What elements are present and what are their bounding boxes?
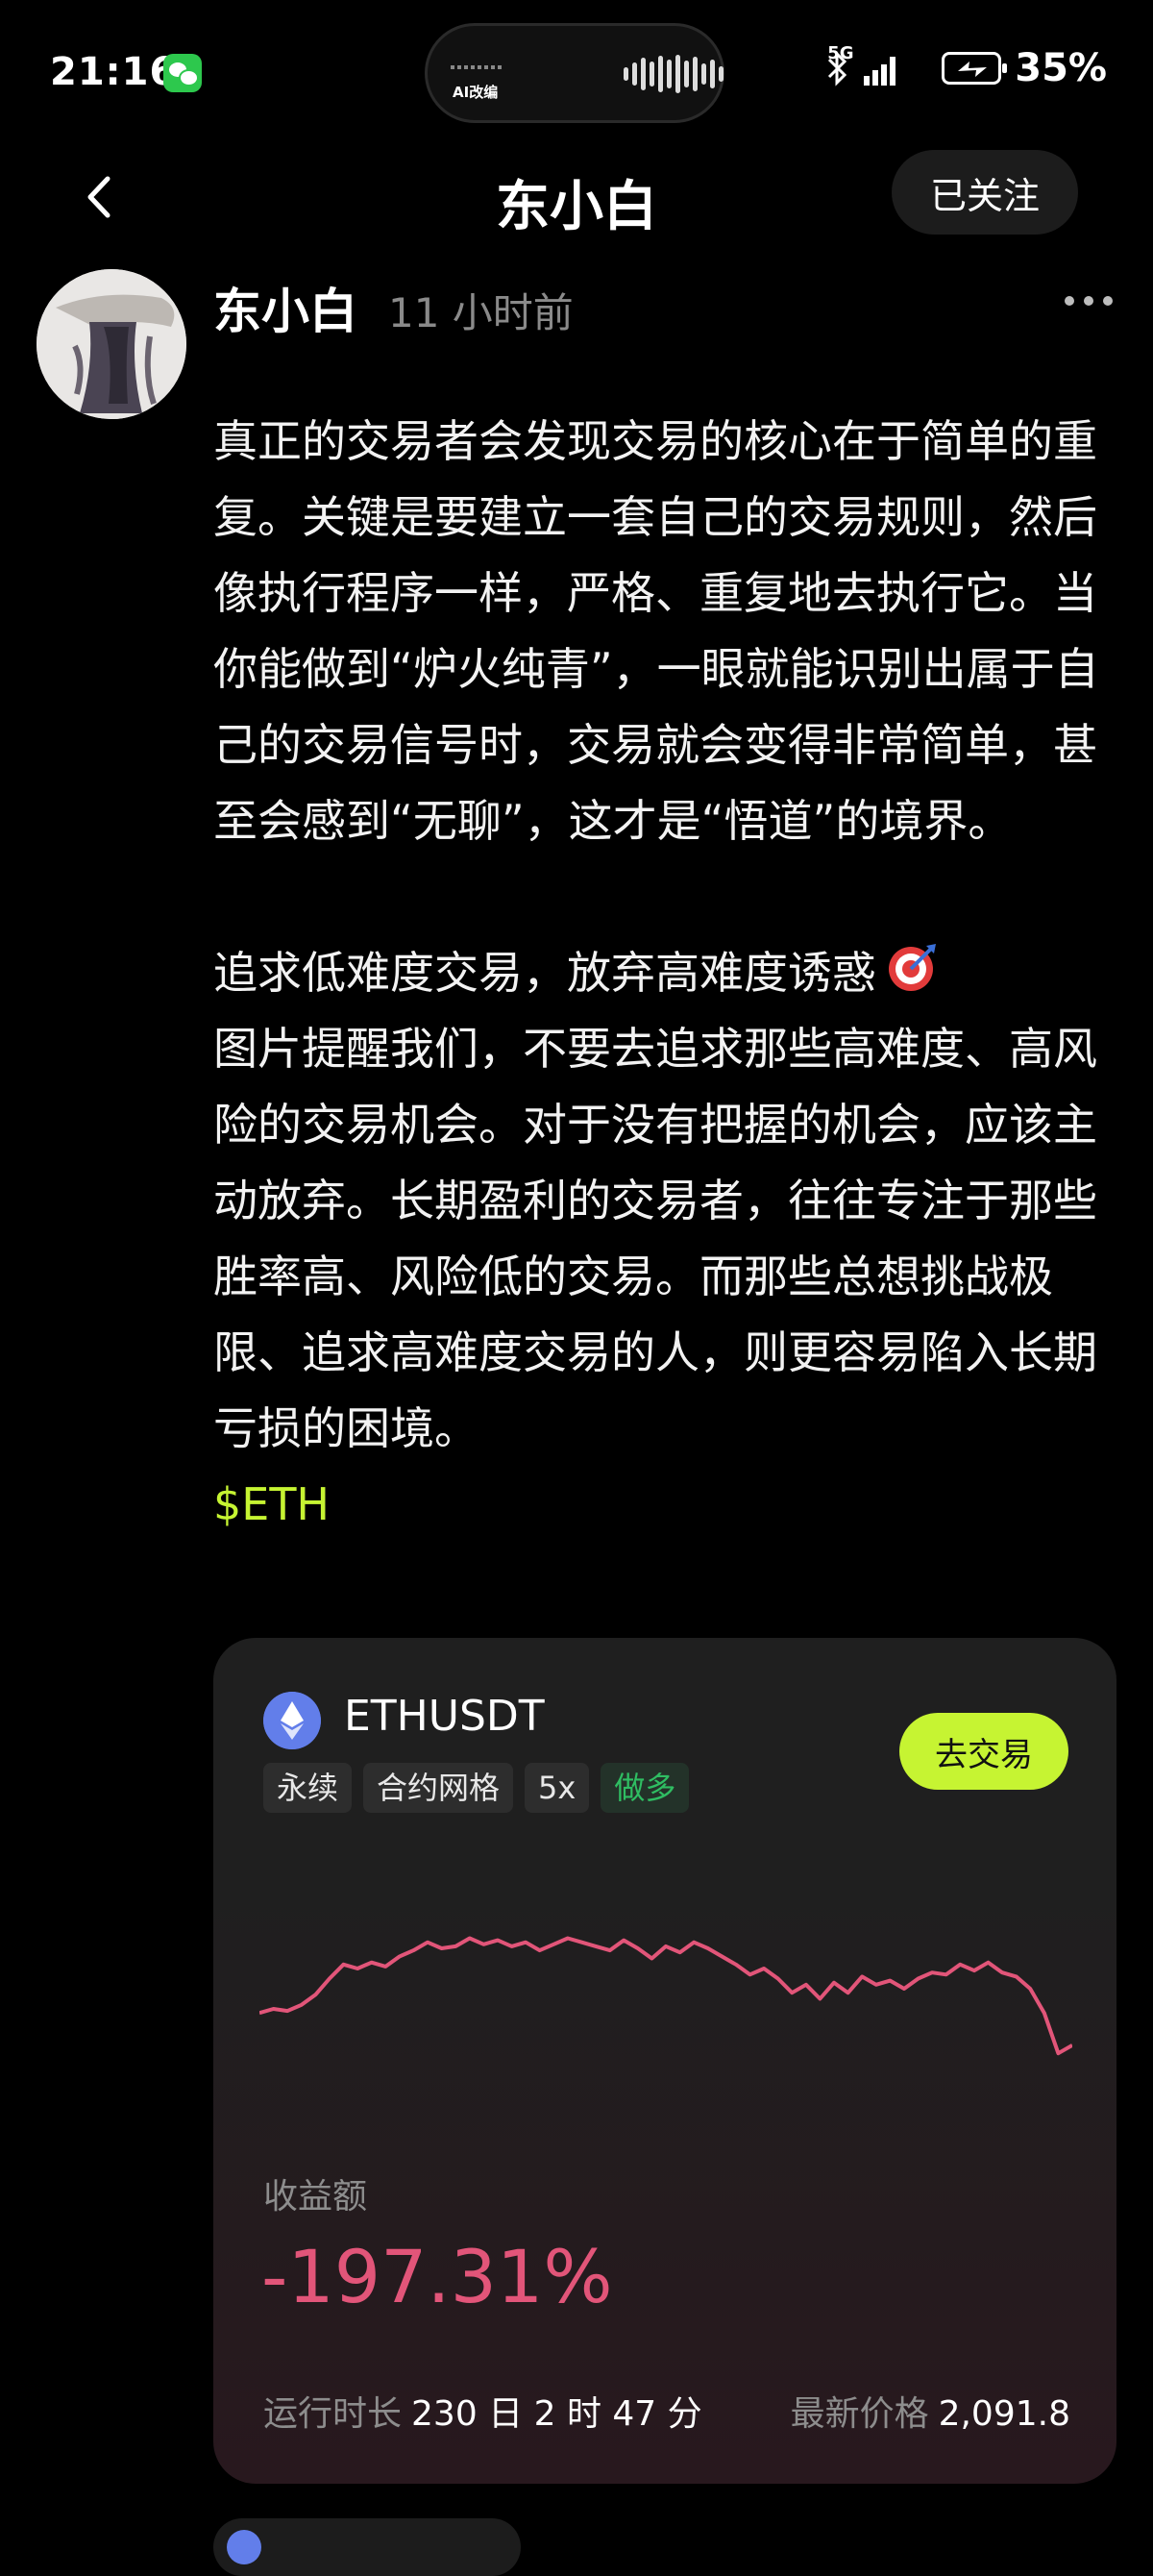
trade-bot-card[interactable]: ETHUSDT 去交易 永续 合约网格 5x 做多 收益额 -197.31% 运… <box>213 1638 1116 2484</box>
runtime-value: 230 日 2 时 47 分 <box>411 2394 702 2434</box>
tag-long: 做多 <box>601 1763 690 1813</box>
ethereum-icon <box>227 2530 261 2564</box>
strategy-tags: 永续 合约网格 5x 做多 <box>263 1763 690 1813</box>
tag-grid: 合约网格 <box>363 1763 514 1813</box>
runtime: 运行时长 230 日 2 时 47 分 <box>263 2386 702 2436</box>
status-bar: 21:16 AI改编 5G 35% <box>0 0 1153 144</box>
next-item-peek <box>213 2518 521 2576</box>
go-trade-button[interactable]: 去交易 <box>899 1713 1068 1790</box>
following-button[interactable]: 已关注 <box>892 150 1078 235</box>
price-label: 最新价格 <box>790 2394 929 2434</box>
author-avatar[interactable] <box>37 269 186 419</box>
pnl-value: -197.31% <box>261 2234 613 2319</box>
post-paragraph: 真正的交易者会发现交易的核心在于简单的重复。关键是要建立一套自己的交易规则，然后… <box>213 415 1099 847</box>
audio-wave-icon <box>624 55 724 93</box>
network-type: 5G <box>827 43 854 63</box>
trading-pair: ETHUSDT <box>344 1692 545 1741</box>
island-caption-placeholder <box>451 55 527 69</box>
signal-strength-icon: 5G <box>827 45 896 86</box>
top-nav: 东小白 已关注 <box>0 144 1153 250</box>
price-value: 2,091.8 <box>938 2394 1070 2434</box>
post-paragraph: 图片提醒我们，不要去追求那些高难度、高风险的交易机会。对于没有把握的机会，应该主… <box>213 1023 1097 1454</box>
pnl-label: 收益额 <box>263 2177 368 2217</box>
post-author[interactable]: 东小白 <box>213 273 357 342</box>
latest-price: 最新价格 2,091.8 <box>791 2386 1070 2436</box>
ethereum-icon <box>263 1692 321 1749</box>
island-label: AI改编 <box>453 84 499 101</box>
wechat-notification-icon <box>163 54 202 92</box>
tag-perpetual: 永续 <box>263 1763 353 1813</box>
post-content: 真正的交易者会发现交易的核心在于简单的重复。关键是要建立一套自己的交易规则，然后… <box>213 404 1122 1543</box>
post-subheading: 追求低难度交易，放弃高难度诱惑 <box>213 935 1122 1011</box>
runtime-label: 运行时长 <box>263 2394 403 2434</box>
post-subheading-text: 追求低难度交易，放弃高难度诱惑 <box>213 947 876 999</box>
dynamic-island[interactable]: AI改编 <box>425 23 724 123</box>
tag-leverage: 5x <box>525 1763 590 1813</box>
price-sparkline <box>259 1936 1072 2056</box>
target-emoji-icon <box>889 944 936 991</box>
post-timestamp: 11 小时前 <box>388 289 574 336</box>
status-time: 21:16 <box>50 50 178 94</box>
battery-icon <box>942 52 1008 85</box>
battery-percent: 35% <box>1015 46 1107 90</box>
sparkline-path <box>259 1936 1072 2056</box>
more-options-icon[interactable] <box>1065 296 1113 306</box>
ticker-tag-link[interactable]: $ETH <box>213 1478 330 1530</box>
status-indicators: 5G 35% <box>825 45 1107 91</box>
